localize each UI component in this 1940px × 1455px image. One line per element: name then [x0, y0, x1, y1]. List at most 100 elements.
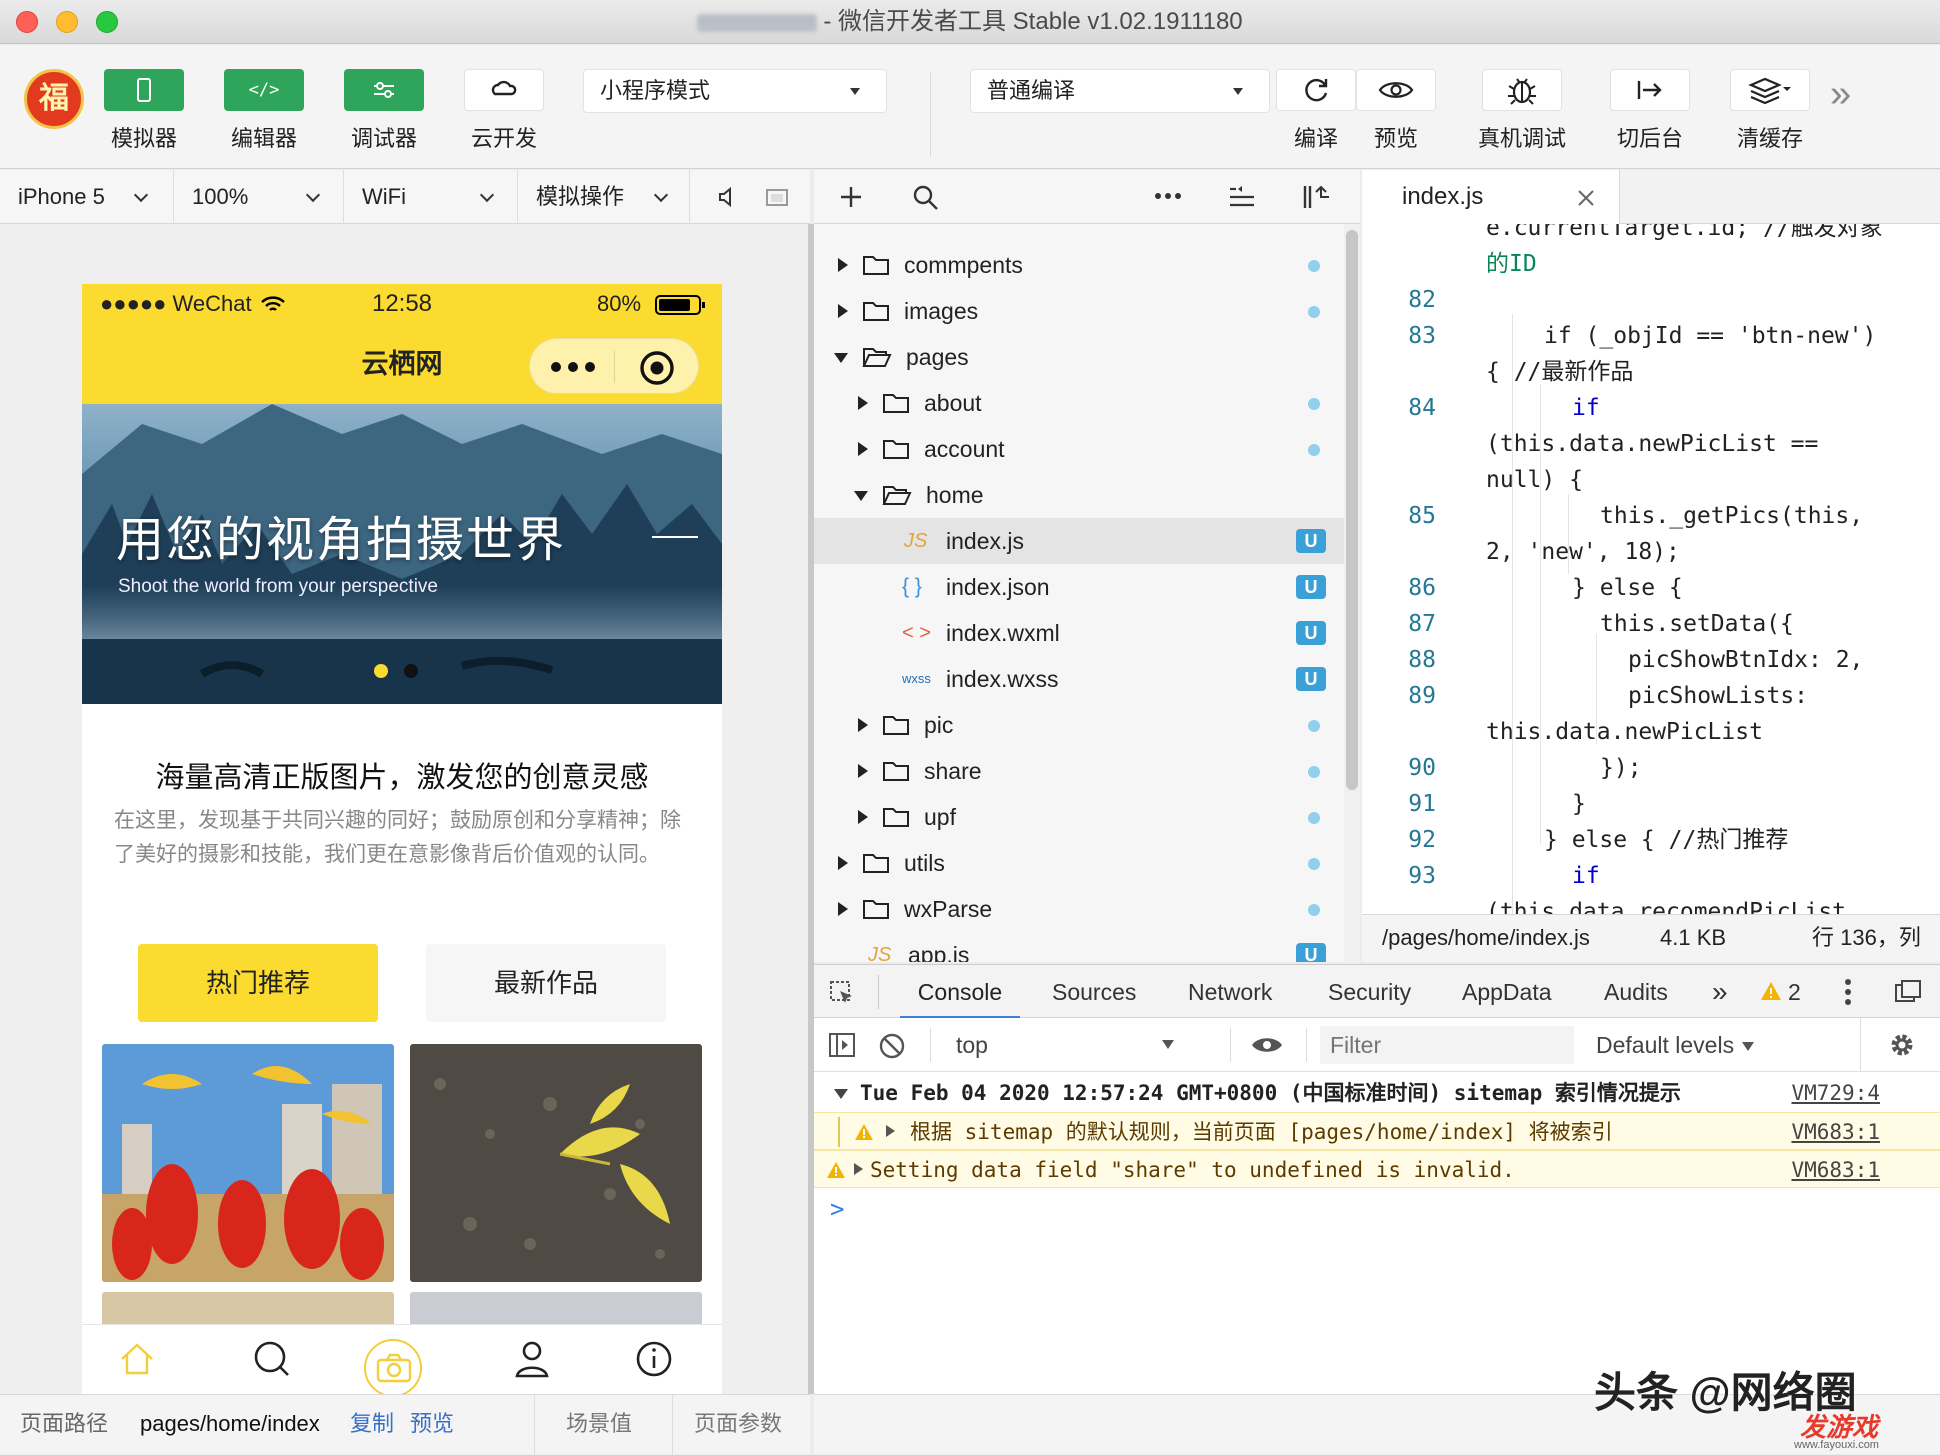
mode-select[interactable]: 小程序模式 [583, 69, 887, 113]
detach-window-icon[interactable] [764, 186, 790, 208]
clear-cache-button[interactable] [1730, 69, 1810, 111]
tree-folder-utils[interactable]: utils [814, 840, 1344, 886]
code-line: this._getPics(this, [1600, 503, 1864, 529]
code-editor[interactable]: e.currentTarget.id; //触发对象 的ID 82 83 if (… [1362, 224, 1940, 914]
preview-button[interactable] [1356, 69, 1436, 111]
inspect-element-icon[interactable] [828, 979, 856, 1007]
console-group[interactable]: Tue Feb 04 2020 12:57:24 GMT+0800 (中国标准时… [814, 1074, 1940, 1112]
tree-folder-images[interactable]: images [814, 288, 1344, 334]
console-source-link[interactable]: VM683:1 [1791, 1113, 1880, 1151]
tab-console[interactable]: Console [900, 965, 1020, 1019]
swiper-dot[interactable] [404, 664, 418, 678]
collapse-all-icon[interactable] [1228, 185, 1256, 209]
tree-file-index-wxml[interactable]: < > index.wxml U [814, 610, 1344, 656]
tree-folder-account[interactable]: account [814, 426, 1344, 472]
copy-path-link[interactable]: 复制 [350, 1395, 394, 1453]
console-source-link[interactable]: VM683:1 [1791, 1151, 1880, 1189]
more-dots-icon[interactable] [548, 359, 598, 375]
tab-network[interactable]: Network [1188, 965, 1272, 1019]
add-file-icon[interactable] [838, 184, 864, 210]
tree-folder-pic[interactable]: pic [814, 702, 1344, 748]
tree-folder-wxparse[interactable]: wxParse [814, 886, 1344, 932]
settings-gear-icon[interactable] [1888, 1031, 1916, 1059]
tree-folder-upf[interactable]: upf [814, 794, 1344, 840]
tab-sources[interactable]: Sources [1052, 965, 1136, 1019]
home-icon[interactable] [118, 1341, 156, 1377]
close-miniprogram-icon[interactable] [638, 349, 676, 387]
sidebar-toggle-icon[interactable] [828, 1032, 856, 1058]
compile-button[interactable] [1276, 69, 1356, 111]
device-select[interactable]: iPhone 5 [0, 170, 174, 224]
close-icon[interactable] [1576, 188, 1596, 208]
tree-folder-about[interactable]: about [814, 380, 1344, 426]
dock-side-icon[interactable] [1894, 979, 1922, 1005]
info-icon[interactable] [634, 1339, 674, 1379]
expand-arrow-icon[interactable] [854, 1163, 863, 1175]
toggle-panel-icon[interactable] [1302, 184, 1332, 210]
eye-icon[interactable] [1250, 1034, 1284, 1056]
editor-button[interactable]: </> [224, 69, 304, 111]
avatar[interactable]: 福 [24, 69, 84, 129]
tab-security[interactable]: Security [1328, 965, 1411, 1019]
cloud-button[interactable] [464, 69, 544, 111]
status-cursor-position[interactable]: 行 136，列 [1812, 915, 1921, 961]
user-icon[interactable] [512, 1339, 552, 1379]
remote-debug-button[interactable] [1482, 69, 1562, 111]
device-value: iPhone 5 [18, 184, 105, 209]
volume-icon[interactable] [716, 186, 736, 208]
swiper-dot-active[interactable] [374, 664, 388, 678]
tree-file-app-js[interactable]: JS app.js U [814, 932, 1344, 962]
log-levels-select[interactable]: Default levels [1596, 1018, 1755, 1072]
console-filter-input[interactable] [1320, 1026, 1574, 1064]
preview-path-link[interactable]: 预览 [410, 1395, 454, 1453]
expand-arrow-icon[interactable] [886, 1125, 895, 1137]
zoom-select[interactable]: 100% [174, 170, 344, 224]
compile-mode-select[interactable]: 普通编译 [970, 69, 1270, 113]
tree-folder-home[interactable]: home [814, 472, 1344, 518]
console-source-link[interactable]: VM729:4 [1791, 1074, 1880, 1112]
tab-audits[interactable]: Audits [1604, 965, 1668, 1019]
sim-ops-select[interactable]: 模拟操作 [518, 170, 690, 224]
search-icon[interactable] [912, 184, 940, 212]
editor-tab-index-js[interactable]: index.js [1362, 170, 1620, 224]
new-tab-button[interactable]: 最新作品 [426, 944, 666, 1022]
tab-appdata[interactable]: AppData [1462, 965, 1552, 1019]
toolbar-more-button[interactable]: » [1830, 73, 1851, 116]
page-params-button[interactable]: 页面参数 [694, 1395, 782, 1453]
photo-card[interactable] [410, 1044, 702, 1282]
search-icon[interactable] [252, 1339, 292, 1379]
tree-folder-share[interactable]: share [814, 748, 1344, 794]
camera-button[interactable] [364, 1339, 422, 1394]
collapse-arrow-icon [854, 491, 868, 501]
simulator-button[interactable] [104, 69, 184, 111]
phone-nav-bar: 云栖网 [82, 324, 722, 404]
kebab-menu-icon[interactable] [1844, 978, 1852, 1006]
console-warning[interactable]: Setting data field "share" to undefined … [814, 1150, 1940, 1188]
warning-icon [827, 1162, 845, 1178]
clear-console-icon[interactable] [878, 1032, 906, 1060]
context-select[interactable]: top [956, 1018, 1206, 1072]
tree-file-index-js[interactable]: JS index.js U [814, 518, 1344, 564]
context-value: top [956, 1032, 988, 1058]
scene-button[interactable]: 场景值 [566, 1395, 632, 1453]
warning-icon[interactable] [1760, 981, 1782, 1001]
collapse-arrow-icon[interactable] [834, 1089, 848, 1099]
tree-file-index-json[interactable]: { } index.json U [814, 564, 1344, 610]
photo-card[interactable] [102, 1044, 394, 1282]
tree-folder-commpents[interactable]: commpents [814, 242, 1344, 288]
console-warning[interactable]: 根据 sitemap 的默认规则，当前页面 [pages/home/index]… [814, 1112, 1940, 1150]
tabs-overflow-button[interactable]: » [1712, 965, 1728, 1019]
warning-count[interactable]: 2 [1788, 965, 1801, 1019]
tree-scrollbar-track[interactable] [1344, 224, 1360, 962]
network-select[interactable]: WiFi [344, 170, 518, 224]
debugger-button[interactable] [344, 69, 424, 111]
console-prompt[interactable]: > [814, 1190, 1940, 1228]
tree-folder-pages[interactable]: pages [814, 334, 1344, 380]
capsule-menu[interactable] [529, 338, 699, 394]
hot-tab-button[interactable]: 热门推荐 [138, 944, 378, 1022]
banner-swiper[interactable]: 用您的视角拍摄世界 Shoot the world from your pers… [82, 404, 722, 704]
more-icon[interactable] [1154, 190, 1182, 202]
tree-file-index-wxss[interactable]: wxss index.wxss U [814, 656, 1344, 702]
background-button[interactable] [1610, 69, 1690, 111]
tree-scrollbar-thumb[interactable] [1346, 230, 1358, 790]
